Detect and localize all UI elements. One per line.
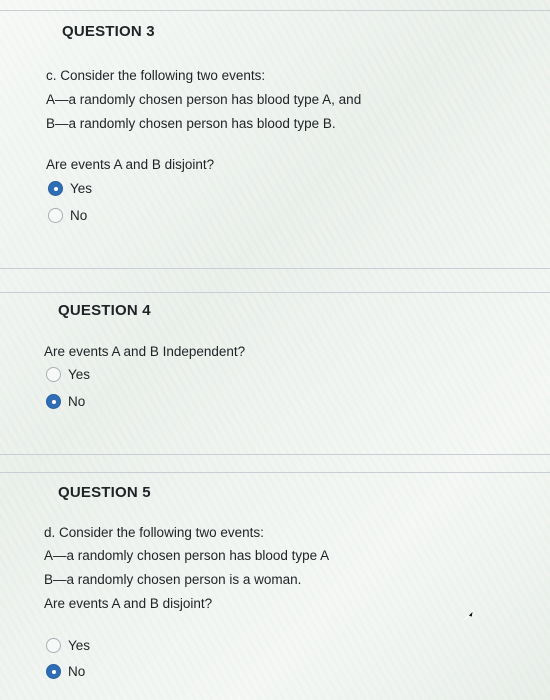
radio-unselected-icon[interactable] (48, 208, 63, 223)
question-4-prompt: Are events A and B Independent? (44, 344, 246, 359)
question-5-option-yes[interactable]: Yes (46, 638, 90, 653)
question-5-line-3: B—a randomly chosen person is a woman. (44, 572, 302, 587)
option-label: Yes (68, 638, 91, 653)
question-5-option-no[interactable]: No (46, 664, 85, 679)
radio-selected-icon[interactable] (48, 181, 63, 196)
divider (0, 472, 550, 473)
question-3-option-yes[interactable]: Yes (48, 181, 92, 196)
question-4-title: QUESTION 4 (58, 302, 151, 319)
arrow-cursor-icon (462, 610, 474, 622)
option-label: Yes (68, 367, 91, 382)
question-3-line-3: B—a randomly chosen person has blood typ… (46, 116, 336, 131)
question-4-option-no[interactable]: No (46, 394, 85, 409)
option-label: No (68, 664, 86, 679)
option-label: No (68, 394, 86, 409)
quiz-page: QUESTION 3 c. Consider the following two… (0, 0, 550, 700)
divider (0, 10, 550, 11)
question-5-line-1: d. Consider the following two events: (44, 525, 264, 540)
divider (0, 268, 550, 269)
question-3-prompt: Are events A and B disjoint? (46, 157, 215, 172)
radio-selected-icon[interactable] (46, 664, 61, 679)
divider (0, 292, 550, 293)
radio-selected-icon[interactable] (46, 394, 61, 409)
question-5-title: QUESTION 5 (58, 484, 151, 501)
question-3-option-no[interactable]: No (48, 208, 87, 223)
option-label: Yes (70, 181, 93, 196)
question-5-line-2: A—a randomly chosen person has blood typ… (44, 548, 330, 563)
question-3-line-2: A—a randomly chosen person has blood typ… (46, 92, 362, 107)
divider (0, 454, 550, 455)
option-label: No (70, 208, 88, 223)
radio-unselected-icon[interactable] (46, 638, 61, 653)
radio-unselected-icon[interactable] (46, 367, 61, 382)
question-3-line-1: c. Consider the following two events: (46, 68, 266, 83)
question-5-prompt: Are events A and B disjoint? (44, 596, 213, 611)
question-4-option-yes[interactable]: Yes (46, 367, 90, 382)
question-3-title: QUESTION 3 (62, 23, 155, 40)
